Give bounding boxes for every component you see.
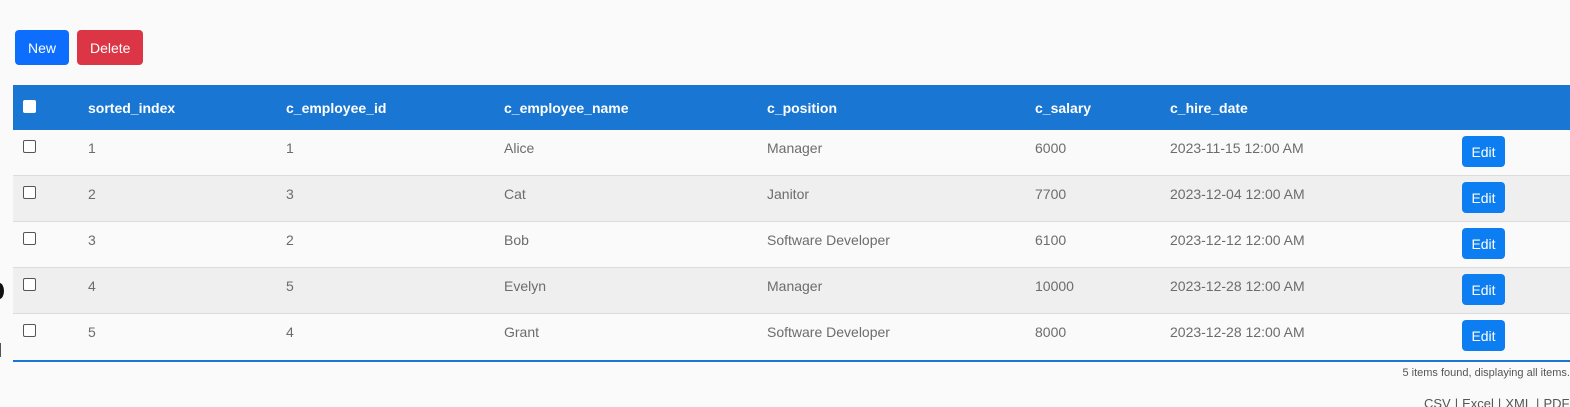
cell-salary: 10000 [1035,278,1074,294]
row-actions-cell: Edit [1462,314,1570,351]
table-row: 5 4 Grant Software Developer 8000 2023-1… [13,314,1570,360]
column-header-employee-name[interactable]: c_employee_name [504,100,767,116]
table-row: 1 1 Alice Manager 6000 2023-11-15 12:00 … [13,130,1570,176]
column-header-hire-date[interactable]: c_hire_date [1170,100,1462,116]
cell-employee-name: Evelyn [504,278,547,294]
cell-salary: 6000 [1035,140,1067,156]
cell-position: Software Developer [767,232,890,248]
row-select-cell [13,314,88,340]
export-csv-link[interactable]: CSV [1424,396,1451,407]
cell-salary: 8000 [1035,324,1067,340]
cell-employee-id: 5 [286,278,294,294]
separator: | [1536,396,1540,407]
cell-employee-id: 2 [286,232,294,248]
row-select-cell [13,222,88,248]
new-button[interactable]: New [15,30,69,65]
edit-button[interactable]: Edit [1462,320,1505,351]
row-actions-cell: Edit [1462,130,1570,167]
export-pdf-link[interactable]: PDF [1543,396,1569,407]
cell-position: Manager [767,278,823,294]
table-row: 4 5 Evelyn Manager 10000 2023-12-28 12:0… [13,268,1570,314]
cell-employee-name: Cat [504,186,526,202]
cell-hire-date: 2023-12-28 12:00 AM [1170,278,1305,294]
delete-button[interactable]: Delete [77,30,143,65]
toolbar: New Delete [15,30,143,65]
edit-button[interactable]: Edit [1462,182,1505,213]
cell-sorted-index: 2 [88,186,96,202]
cell-employee-id: 4 [286,324,294,340]
table-row: 2 3 Cat Janitor 7700 2023-12-04 12:00 AM… [13,176,1570,222]
page: New Delete sorted_index c_employee_id c_… [0,0,1570,407]
edit-button[interactable]: Edit [1462,274,1505,305]
cell-employee-name: Alice [504,140,535,156]
edge-indicator-dot [0,283,4,299]
cell-employee-name: Grant [504,324,540,340]
export-links: CSV | Excel | XML | PDF [1424,396,1569,407]
column-header-sorted-index[interactable]: sorted_index [88,100,286,116]
cell-employee-name: Bob [504,232,529,248]
row-select-cell [13,176,88,202]
cell-hire-date: 2023-12-04 12:00 AM [1170,186,1305,202]
row-checkbox[interactable] [23,140,36,153]
row-select-cell [13,268,88,294]
column-header-salary[interactable]: c_salary [1035,100,1170,116]
row-checkbox[interactable] [23,278,36,291]
cell-salary: 7700 [1035,186,1067,202]
row-select-cell [13,130,88,156]
cell-sorted-index: 4 [88,278,96,294]
cell-hire-date: 2023-11-15 12:00 AM [1170,140,1304,156]
cell-salary: 6100 [1035,232,1067,248]
cell-position: Janitor [767,186,810,202]
row-checkbox[interactable] [23,324,36,337]
cell-position: Software Developer [767,324,890,340]
row-checkbox[interactable] [23,186,36,199]
column-header-position[interactable]: c_position [767,100,1035,116]
items-found-text: 5 items found, displaying all items. [1402,367,1570,379]
employee-table: sorted_index c_employee_id c_employee_na… [13,85,1570,362]
edit-button[interactable]: Edit [1462,228,1505,259]
separator: | [1454,396,1459,407]
header-select-all-cell [13,99,88,116]
column-header-employee-id[interactable]: c_employee_id [286,100,504,116]
row-actions-cell: Edit [1462,268,1570,305]
cell-hire-date: 2023-12-12 12:00 AM [1170,232,1305,248]
select-all-checkbox[interactable] [23,99,36,113]
row-actions-cell: Edit [1462,176,1570,213]
cell-hire-date: 2023-12-28 12:00 AM [1170,324,1305,340]
separator: | [1497,396,1502,407]
cell-sorted-index: 3 [88,232,96,248]
cell-employee-id: 3 [286,186,294,202]
row-checkbox[interactable] [23,232,36,245]
row-actions-cell: Edit [1462,222,1570,259]
edge-indicator-line [0,343,1,357]
export-excel-link[interactable]: Excel [1462,396,1494,407]
table-row: 3 2 Bob Software Developer 6100 2023-12-… [13,222,1570,268]
cell-sorted-index: 1 [88,140,96,156]
cell-employee-id: 1 [286,140,294,156]
table-header: sorted_index c_employee_id c_employee_na… [13,85,1570,130]
cell-position: Manager [767,140,823,156]
cell-sorted-index: 5 [88,324,96,340]
export-xml-link[interactable]: XML [1505,396,1532,407]
edit-button[interactable]: Edit [1462,136,1505,167]
